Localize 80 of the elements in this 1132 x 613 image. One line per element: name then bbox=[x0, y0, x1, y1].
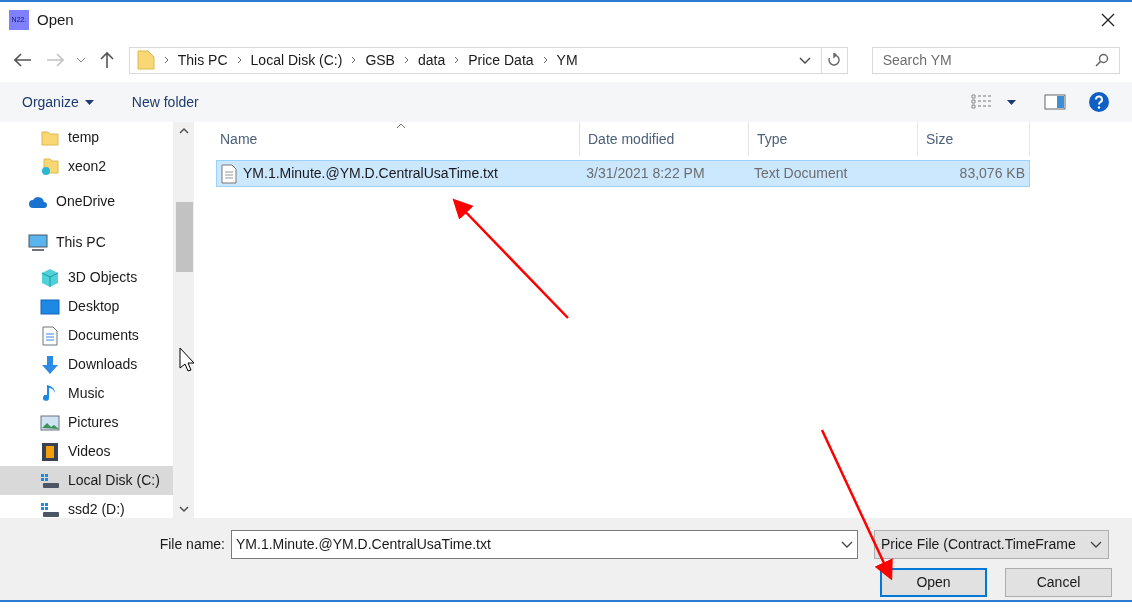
sidebar-item[interactable]: Desktop bbox=[0, 292, 173, 321]
scrollbar-thumb[interactable] bbox=[176, 202, 193, 272]
chevron-right-icon bbox=[454, 56, 460, 64]
column-header[interactable]: Date modified bbox=[580, 122, 749, 156]
cancel-button[interactable]: Cancel bbox=[1005, 568, 1112, 597]
document-icon bbox=[42, 325, 58, 346]
breadcrumb[interactable]: YM bbox=[556, 49, 578, 71]
caret-icon bbox=[84, 99, 94, 105]
drive-icon bbox=[40, 501, 60, 518]
download-arrow-icon bbox=[40, 354, 60, 375]
chevron-right-icon bbox=[351, 56, 357, 64]
shared-folder-icon bbox=[41, 157, 59, 176]
search-field[interactable]: Search YM bbox=[871, 46, 1120, 74]
chevron-down-icon bbox=[178, 506, 189, 512]
address-bar[interactable]: This PC Local Disk (C:) GSB data Price Data YM bbox=[128, 46, 848, 74]
music-note-icon bbox=[43, 383, 57, 404]
table-cell-text: 83,076 KB bbox=[958, 164, 1026, 183]
mouse-cursor-icon bbox=[179, 347, 195, 372]
sidebar-item[interactable]: Local Disk (C:) bbox=[0, 466, 173, 495]
breadcrumb[interactable]: Price Data bbox=[468, 49, 534, 71]
picture-icon bbox=[40, 414, 60, 431]
column-header[interactable]: Size bbox=[918, 122, 1030, 156]
sidebar-item[interactable]: temp bbox=[0, 123, 173, 152]
back-arrow-icon bbox=[13, 53, 32, 67]
caret-icon[interactable] bbox=[1007, 99, 1016, 105]
file-name-input[interactable]: YM.1.Minute.@YM.D.CentralUsaTime.txt bbox=[236, 534, 841, 555]
sort-up-icon bbox=[395, 123, 406, 129]
computer-icon bbox=[28, 233, 48, 252]
table-cell-text: 3/31/2021 8:22 PM bbox=[585, 164, 706, 183]
breadcrumb[interactable]: data bbox=[417, 49, 446, 71]
breadcrumb[interactable]: GSB bbox=[365, 49, 395, 71]
chevron-up-icon bbox=[178, 128, 189, 134]
folder-icon bbox=[136, 50, 155, 70]
table-cell: YM.1.Minute.@YM.D.CentralUsaTime.txt bbox=[217, 161, 583, 186]
chevron-right-icon bbox=[542, 56, 548, 64]
preview-pane-icon[interactable] bbox=[1044, 94, 1066, 110]
sidebar-item[interactable]: ssd2 (D:) bbox=[0, 495, 173, 518]
open-button[interactable]: Open bbox=[880, 568, 987, 597]
sidebar-item[interactable]: Documents bbox=[0, 321, 173, 350]
window-title: Open bbox=[37, 9, 74, 30]
file-row[interactable]: YM.1.Minute.@YM.D.CentralUsaTime.txt 3/31/2021 8:22 PM Text Document 83,076 KB bbox=[216, 160, 1030, 187]
chevron-down-icon[interactable] bbox=[798, 56, 811, 64]
sidebar-item[interactable]: 3D Objects bbox=[0, 263, 173, 292]
chevron-right-icon bbox=[163, 56, 169, 64]
scrollbar[interactable] bbox=[173, 122, 194, 518]
sidebar-item[interactable]: This PC bbox=[0, 228, 173, 257]
search-input[interactable]: Search YM bbox=[882, 49, 1095, 71]
sidebar-item[interactable]: OneDrive bbox=[0, 187, 173, 216]
help-icon[interactable] bbox=[1088, 91, 1110, 113]
file-name-label: File name: bbox=[158, 535, 226, 554]
chevron-right-icon bbox=[403, 56, 409, 64]
refresh-icon bbox=[827, 53, 842, 67]
sidebar-item[interactable]: Videos bbox=[0, 437, 173, 466]
sidebar-item[interactable]: xeon2 bbox=[0, 152, 173, 181]
column-header[interactable]: Name bbox=[212, 122, 580, 156]
film-icon bbox=[41, 441, 59, 462]
breadcrumb[interactable]: This PC bbox=[177, 49, 228, 71]
sidebar-item[interactable]: Music bbox=[0, 379, 173, 408]
file-type-dropdown[interactable]: Price File (Contract.TimeFrame bbox=[874, 530, 1109, 559]
table-cell-text: Text Document bbox=[753, 164, 849, 183]
search-icon bbox=[1095, 53, 1109, 67]
organize-button[interactable]: Organize bbox=[22, 91, 94, 113]
drive-icon bbox=[40, 472, 60, 489]
chevron-right-icon bbox=[236, 56, 242, 64]
file-name-field[interactable]: YM.1.Minute.@YM.D.CentralUsaTime.txt bbox=[231, 530, 858, 559]
chevron-down-icon bbox=[841, 541, 853, 548]
new-folder-button[interactable]: New folder bbox=[131, 91, 199, 113]
up-arrow-icon bbox=[99, 51, 114, 69]
chevron-down-icon bbox=[1090, 541, 1102, 548]
sidebar-item[interactable]: Pictures bbox=[0, 408, 173, 437]
sidebar-item[interactable]: Downloads bbox=[0, 350, 173, 379]
column-header[interactable]: Type bbox=[749, 122, 918, 156]
cloud-icon bbox=[28, 194, 48, 209]
forward-arrow-icon bbox=[45, 53, 64, 67]
breadcrumb[interactable]: Local Disk (C:) bbox=[250, 49, 343, 71]
cube-icon bbox=[40, 267, 60, 288]
text-file-icon bbox=[221, 163, 237, 184]
close-icon bbox=[1101, 13, 1115, 27]
folder-icon bbox=[41, 129, 59, 146]
desktop-icon bbox=[40, 298, 60, 315]
